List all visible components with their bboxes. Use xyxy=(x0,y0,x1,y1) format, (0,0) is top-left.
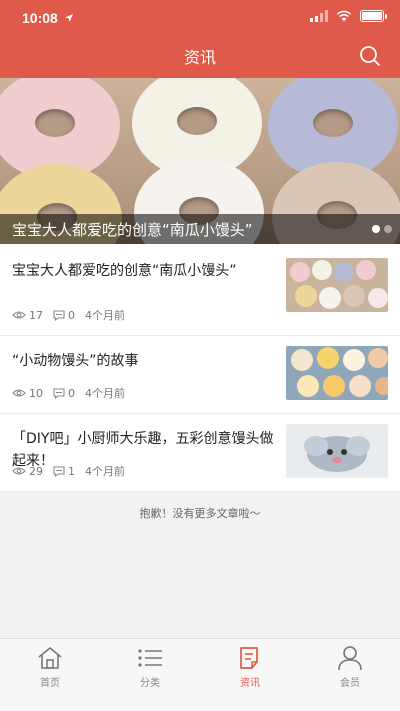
carousel-dot[interactable] xyxy=(372,225,380,233)
list-icon xyxy=(138,649,162,667)
no-more-message: 抱歉！没有更多文章啦～ xyxy=(139,507,261,520)
banner-carousel[interactable]: 宝宝大人都爱吃的创意“南瓜小馒头” xyxy=(0,78,400,244)
tab-news[interactable]: 资讯 xyxy=(200,639,300,711)
comment-icon xyxy=(53,309,65,321)
article-icon xyxy=(240,647,258,669)
article-list: 宝宝大人都爱吃的创意“南瓜小馒头” 17 0 4个月前 “小动物馒头”的故事 1… xyxy=(0,244,400,492)
tab-home[interactable]: 首页 xyxy=(0,639,100,711)
status-bar: 10:08 xyxy=(0,0,400,36)
banner-caption: 宝宝大人都爱吃的创意“南瓜小馒头” xyxy=(12,221,253,239)
status-icons xyxy=(310,10,387,22)
user-icon xyxy=(338,646,362,671)
page-title: 资讯 xyxy=(183,48,216,67)
eye-icon xyxy=(12,389,26,397)
banner-caption-bar: 宝宝大人都爱吃的创意“南瓜小馒头” xyxy=(0,214,400,244)
eye-icon xyxy=(12,311,26,319)
article-thumbnail xyxy=(286,258,388,312)
article-thumbnail xyxy=(286,346,388,400)
location-arrow-icon xyxy=(64,14,73,22)
article-meta: 29 1 4个月前 xyxy=(12,463,125,479)
header: 10:08 资讯 xyxy=(0,0,400,78)
eye-icon xyxy=(12,467,26,475)
article-meta: 17 0 4个月前 xyxy=(12,307,125,323)
tab-bar: 首页 分类 资讯 会员 xyxy=(0,638,400,711)
list-item[interactable]: 「DIY吧」小厨师大乐趣，五彩创意馒头做起来！ 29 1 4个月前 xyxy=(0,414,400,492)
article-title: 宝宝大人都爱吃的创意“南瓜小馒头” xyxy=(12,263,237,279)
signal-icon xyxy=(310,10,328,22)
article-title: “小动物馒头”的故事 xyxy=(12,353,139,369)
carousel-dot[interactable] xyxy=(384,225,392,233)
carousel-indicators xyxy=(372,225,392,233)
home-icon xyxy=(38,647,62,669)
app: 10:08 资讯 宝宝大人都爱吃的创意“南瓜小馒头” 宝宝大人都爱吃的创意“南瓜… xyxy=(0,0,400,711)
list-item[interactable]: 宝宝大人都爱吃的创意“南瓜小馒头” 17 0 4个月前 xyxy=(0,244,400,336)
tab-category[interactable]: 分类 xyxy=(100,639,200,711)
list-item[interactable]: “小动物馒头”的故事 10 0 4个月前 xyxy=(0,336,400,414)
search-icon xyxy=(360,46,380,66)
comment-icon xyxy=(53,387,65,399)
comment-icon xyxy=(53,465,65,477)
wifi-icon xyxy=(336,10,352,22)
status-time: 10:08 xyxy=(22,10,74,26)
article-meta: 10 0 4个月前 xyxy=(12,385,125,401)
battery-icon xyxy=(360,10,387,22)
search-button[interactable] xyxy=(358,44,382,68)
tab-member[interactable]: 会员 xyxy=(300,639,400,711)
article-thumbnail xyxy=(286,424,388,478)
